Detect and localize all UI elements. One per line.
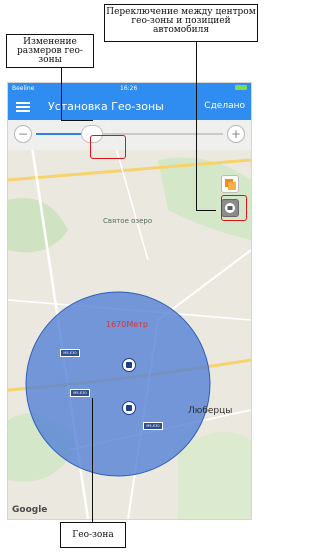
switch-callout-line xyxy=(196,42,197,210)
decrease-radius-button[interactable]: − xyxy=(14,125,32,143)
road-shield: M5-E30 xyxy=(70,389,90,397)
layers-icon xyxy=(225,179,236,190)
phone-screen: Святое озеро 1670Метр Люберцы M5-E30 M5-… xyxy=(7,82,252,520)
status-bar: Beeline 16:26 xyxy=(8,83,251,94)
carrier-label: Beeline xyxy=(12,85,35,92)
switch-callout-line xyxy=(196,210,216,211)
switch-callout: Переключение между центром гео-зоны и по… xyxy=(104,4,258,42)
navigation-bar: Установка Гео-зоны Сделано xyxy=(8,94,251,120)
layers-button[interactable] xyxy=(221,175,239,193)
switch-callout-text: Переключение между центром гео-зоны и по… xyxy=(106,7,256,35)
lake-label: Святое озеро xyxy=(103,217,153,225)
road-shield: M5-E30 xyxy=(143,422,163,430)
map-view[interactable]: Святое озеро 1670Метр Люберцы M5-E30 M5-… xyxy=(8,120,251,519)
resize-callout-line xyxy=(61,68,62,120)
done-button[interactable]: Сделано xyxy=(204,101,245,111)
switch-button-highlight xyxy=(221,195,247,221)
zone-callout-line xyxy=(92,398,93,522)
town-label: Люберцы xyxy=(188,406,233,416)
road-shield: M5-E30 xyxy=(60,349,80,357)
vehicle-marker[interactable] xyxy=(122,401,136,415)
radius-slider-bar: − + xyxy=(8,120,251,150)
resize-callout-line xyxy=(61,120,93,121)
battery-icon xyxy=(235,85,247,90)
radius-slider-track[interactable] xyxy=(36,133,223,135)
resize-callout-text: Изменение размеров гео-зоны xyxy=(17,37,83,65)
zone-callout: Гео-зона xyxy=(60,522,126,548)
clock-label: 16:26 xyxy=(120,85,138,92)
increase-radius-button[interactable]: + xyxy=(227,125,245,143)
page-title: Установка Гео-зоны xyxy=(48,100,164,113)
geofence-center-marker[interactable] xyxy=(122,358,136,372)
google-logo: Google xyxy=(12,505,48,515)
radius-distance-label: 1670Метр xyxy=(106,320,148,329)
zone-callout-text: Гео-зона xyxy=(72,530,114,540)
resize-callout: Изменение размеров гео-зоны xyxy=(6,34,94,68)
slider-highlight xyxy=(90,135,126,159)
menu-icon[interactable] xyxy=(16,102,30,112)
